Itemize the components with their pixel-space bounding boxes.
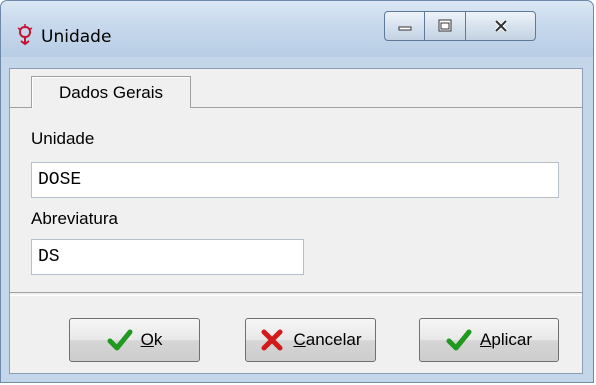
cancelar-button[interactable]: Cancelar xyxy=(245,318,376,362)
aplicar-button[interactable]: Aplicar xyxy=(419,318,559,362)
maximize-icon xyxy=(438,19,452,32)
tab-border-left xyxy=(10,107,31,108)
minimize-icon xyxy=(398,26,411,31)
unidade-label: Unidade xyxy=(31,129,95,148)
dialog-window: Unidade Dados Gerais Unidade DOSE Abrevi… xyxy=(0,0,594,383)
minimize-button[interactable] xyxy=(384,11,425,41)
cancelar-label: Cancelar xyxy=(293,330,362,349)
check-icon xyxy=(107,329,133,351)
window-controls xyxy=(384,11,536,43)
aplicar-label: Aplicar xyxy=(480,330,532,349)
divider xyxy=(10,292,582,296)
tab-label: Dados Gerais xyxy=(59,82,163,102)
ok-label: Ok xyxy=(140,330,163,349)
unidade-field[interactable]: DOSE xyxy=(31,162,559,198)
close-button[interactable] xyxy=(466,11,536,41)
abreviatura-field[interactable]: DS xyxy=(31,239,304,275)
tab-border xyxy=(191,107,582,108)
title-bar[interactable]: Unidade xyxy=(1,1,593,57)
tab-dados-gerais[interactable]: Dados Gerais xyxy=(31,76,191,108)
dialog-body: Dados Gerais Unidade DOSE Abreviatura DS… xyxy=(9,68,583,374)
check-icon xyxy=(446,329,472,351)
close-icon xyxy=(494,19,507,33)
x-icon xyxy=(261,329,283,351)
abreviatura-label: Abreviatura xyxy=(31,209,118,228)
maximize-button[interactable] xyxy=(425,11,466,41)
ok-button[interactable]: Ok xyxy=(69,318,200,362)
window-title: Unidade xyxy=(41,27,112,47)
app-icon xyxy=(17,24,33,46)
